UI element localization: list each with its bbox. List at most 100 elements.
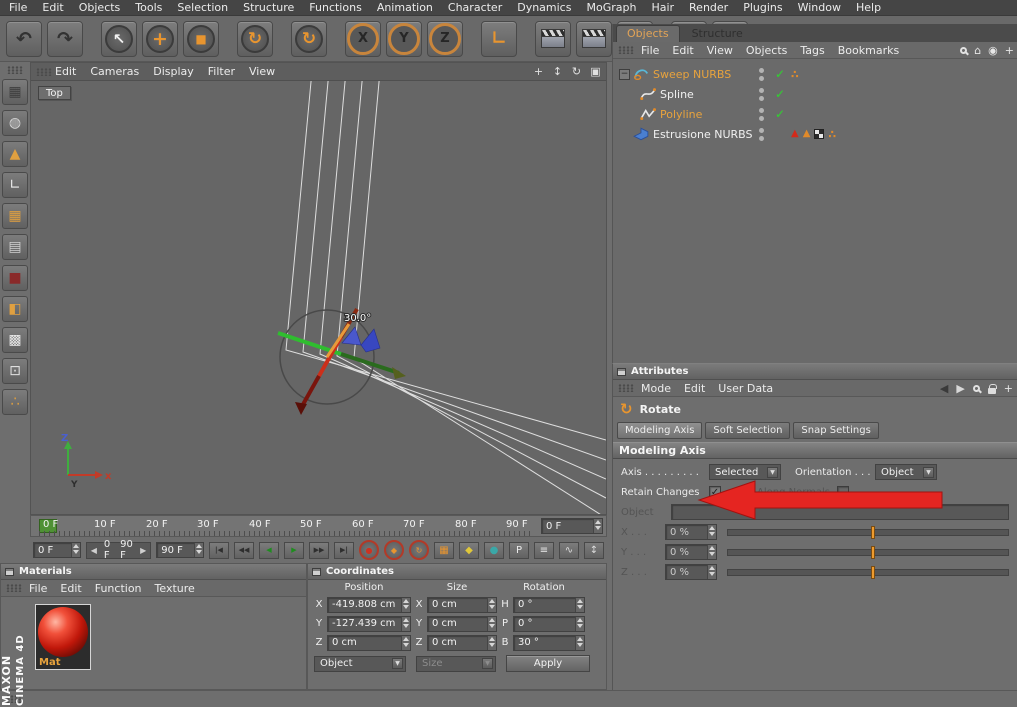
attr-menu-userdata[interactable]: User Data: [718, 382, 773, 395]
lock-x-axis-button[interactable]: X: [345, 20, 381, 57]
goto-end-button[interactable]: ▶|: [333, 541, 354, 559]
menu-selection[interactable]: Selection: [177, 1, 228, 14]
mat-menu-file[interactable]: File: [29, 582, 47, 595]
render-view-button[interactable]: [535, 20, 571, 57]
drag-grip[interactable]: [7, 66, 23, 74]
viewport-canvas[interactable]: 30.0° Z x Y: [31, 81, 606, 514]
tab-modeling-axis[interactable]: Modeling Axis: [617, 422, 703, 439]
history-forward-icon[interactable]: ▶: [956, 383, 964, 394]
pla-key-button[interactable]: ≡: [533, 541, 554, 559]
range-right-icon[interactable]: ▶: [140, 546, 146, 555]
menu-mograph[interactable]: MoGraph: [586, 1, 636, 14]
size-z-field[interactable]: 0 cm: [427, 634, 497, 651]
scale-tool-button[interactable]: ■: [183, 20, 219, 57]
slider-handle[interactable]: [870, 565, 875, 579]
menu-help[interactable]: Help: [856, 1, 881, 14]
collapse-toggle[interactable]: −: [619, 68, 630, 80]
last-used-tool-button[interactable]: ↻: [291, 20, 327, 57]
menu-window[interactable]: Window: [798, 1, 841, 14]
current-frame-field[interactable]: 0 F: [541, 518, 603, 534]
add-icon[interactable]: +: [1005, 45, 1014, 56]
menu-character[interactable]: Character: [448, 1, 502, 14]
menu-file[interactable]: File: [9, 1, 27, 14]
y-slider[interactable]: [727, 545, 1009, 559]
position-key-button[interactable]: ▦: [433, 541, 454, 559]
start-frame-field[interactable]: 0 F: [33, 542, 81, 558]
visibility-toggles[interactable]: [759, 127, 764, 141]
attributes-titlebar[interactable]: Attributes: [613, 364, 1017, 380]
view-label[interactable]: Top: [38, 86, 71, 100]
drag-grip[interactable]: [618, 46, 634, 54]
timeline-ruler[interactable]: 0 F 10 F 20 F 30 F 40 F 50 F 60 F 70 F 8…: [30, 515, 607, 537]
obj-menu-file[interactable]: File: [641, 44, 659, 57]
rotation-b-field[interactable]: 30 °: [513, 634, 585, 651]
texture-axis-mode-button[interactable]: ◧: [2, 296, 28, 322]
tab-structure[interactable]: Structure: [682, 26, 753, 42]
menu-dynamics[interactable]: Dynamics: [517, 1, 571, 14]
drag-grip[interactable]: [6, 584, 22, 592]
play-button[interactable]: ▶: [283, 541, 304, 559]
make-editable-button[interactable]: ▦: [2, 79, 28, 105]
obj-menu-edit[interactable]: Edit: [672, 44, 693, 57]
vp-menu-view[interactable]: View: [249, 65, 275, 78]
visibility-toggles[interactable]: [759, 67, 764, 81]
modeling-axis-section-header[interactable]: Modeling Axis: [613, 442, 1017, 459]
obj-menu-objects[interactable]: Objects: [746, 44, 788, 57]
phong-tag-icon[interactable]: ∴: [828, 128, 836, 141]
drag-grip[interactable]: [36, 68, 52, 76]
lock-icon[interactable]: [987, 383, 997, 394]
menu-structure[interactable]: Structure: [243, 1, 294, 14]
menu-render[interactable]: Render: [689, 1, 728, 14]
search-icon[interactable]: [972, 385, 980, 392]
obj-menu-view[interactable]: View: [707, 44, 733, 57]
material-name[interactable]: Mat: [39, 657, 60, 668]
tab-objects[interactable]: Objects: [616, 25, 680, 42]
texture-mode-button[interactable]: ▲: [2, 141, 28, 167]
menu-tools[interactable]: Tools: [135, 1, 162, 14]
rotation-p-field[interactable]: 0 °: [513, 615, 585, 632]
keyframe-selection-button[interactable]: ↻: [408, 540, 429, 560]
object-axis-mode-button[interactable]: ⊡: [2, 358, 28, 384]
position-z-field[interactable]: 0 cm: [327, 634, 411, 651]
size-x-field[interactable]: 0 cm: [427, 596, 497, 613]
model-mode-button[interactable]: ◍: [2, 110, 28, 136]
history-back-icon[interactable]: ◀: [940, 383, 948, 394]
record-keyframe-button[interactable]: ●: [358, 540, 379, 560]
apply-button[interactable]: Apply: [506, 655, 590, 672]
materials-titlebar[interactable]: Materials: [1, 564, 306, 580]
warning-tag-icon[interactable]: ▲: [791, 129, 799, 139]
frame-spinner[interactable]: [593, 519, 602, 533]
scale-key-button[interactable]: ◆: [458, 541, 479, 559]
attr-menu-mode[interactable]: Mode: [641, 382, 671, 395]
render-picture-viewer-button[interactable]: [576, 20, 612, 57]
vp-menu-cameras[interactable]: Cameras: [90, 65, 139, 78]
maximize-view-icon[interactable]: ▣: [588, 64, 603, 79]
position-x-field[interactable]: -419.808 cm: [327, 596, 411, 613]
slider-handle[interactable]: [870, 545, 875, 559]
range-left-icon[interactable]: ◀: [91, 546, 97, 555]
vp-menu-display[interactable]: Display: [153, 65, 194, 78]
home-icon[interactable]: ⌂: [974, 45, 981, 56]
coordinates-titlebar[interactable]: Coordinates: [308, 564, 606, 580]
workplane-mode-button[interactable]: ∟: [2, 172, 28, 198]
undo-button[interactable]: ↶: [6, 20, 42, 57]
timeline-resize-button[interactable]: ↕: [583, 541, 604, 559]
obj-menu-tags[interactable]: Tags: [800, 44, 824, 57]
eye-icon[interactable]: ◉: [988, 45, 998, 56]
polygons-mode-button[interactable]: ■: [2, 265, 28, 291]
vp-menu-edit[interactable]: Edit: [55, 65, 76, 78]
menu-animation[interactable]: Animation: [377, 1, 433, 14]
end-frame-field[interactable]: 90 F: [156, 542, 204, 558]
prev-key-button[interactable]: ◀◀: [233, 541, 254, 559]
obj-menu-bookmarks[interactable]: Bookmarks: [838, 44, 899, 57]
enable-toggle[interactable]: ✓: [775, 107, 785, 121]
phong-tag-icon[interactable]: ∴: [791, 68, 799, 81]
tree-row-spline[interactable]: Spline ✓: [613, 84, 1017, 104]
autokeying-button[interactable]: ◆: [383, 540, 404, 560]
caps-tag-icon[interactable]: ▲: [803, 129, 811, 139]
goto-start-button[interactable]: |◀: [208, 541, 229, 559]
menu-objects[interactable]: Objects: [79, 1, 121, 14]
coordinate-system-button[interactable]: ∟: [481, 20, 517, 57]
pan-view-icon[interactable]: +: [531, 64, 546, 79]
rotation-key-button[interactable]: ●: [483, 541, 504, 559]
